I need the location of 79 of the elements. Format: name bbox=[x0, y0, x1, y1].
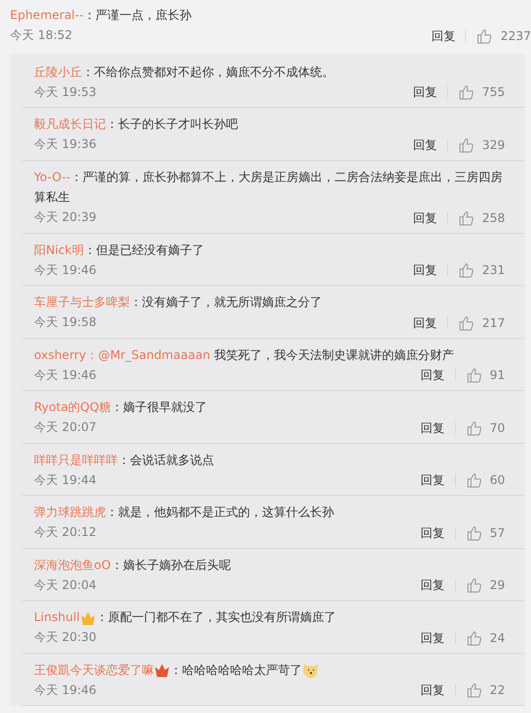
comment-text: 阳Nick明：但是已经没有嫡子了 bbox=[34, 242, 205, 258]
comment-text: 深海泡泡鱼oO：嫡长子嫡孙在后头呢 bbox=[34, 556, 232, 574]
username-link[interactable]: Linshull bbox=[34, 610, 80, 624]
comment-text: 弹力球跳跳虎：就是，他妈都不是正式的，这算什么长孙 bbox=[34, 504, 335, 521]
comment-text: 咩咩只是咩咩咩：会说话就多说点 bbox=[34, 452, 215, 468]
username-link[interactable]: Yo-O-- bbox=[34, 170, 70, 184]
timestamp: 今天 19:46 bbox=[34, 262, 98, 278]
like-count: 60 bbox=[490, 473, 505, 487]
thumbs-up-icon[interactable] bbox=[466, 524, 482, 540]
username-link[interactable]: oxsherry bbox=[34, 348, 86, 362]
comment-text: Ephemeral--：严谨一点，庶长孙 bbox=[10, 7, 193, 24]
reply-link[interactable]: 回复 bbox=[413, 264, 448, 276]
timestamp: 今天 19:46 bbox=[34, 682, 98, 698]
timestamp: 今天 20:12 bbox=[34, 524, 98, 541]
reply-link[interactable]: 回复 bbox=[431, 30, 466, 42]
comment-text: oxsherry：@Mr_Sandmaaaan 我笑死了，我今天法制史课就讲的嫡庶分财产 bbox=[34, 346, 456, 364]
thumbs-up-icon[interactable] bbox=[466, 420, 482, 436]
timestamp: 今天 20:30 bbox=[34, 629, 98, 646]
thumbs-up-icon[interactable] bbox=[458, 84, 474, 100]
username-link[interactable]: 车厘子与士多啤梨 bbox=[34, 295, 130, 309]
timestamp: 今天 19:58 bbox=[34, 314, 98, 331]
username-link[interactable]: 毅凡成长日记 bbox=[34, 117, 106, 131]
like-count: 258 bbox=[482, 210, 505, 224]
reply-link[interactable]: 回复 bbox=[413, 212, 448, 224]
like-count: 22 bbox=[490, 683, 505, 697]
timestamp: 今天 19:44 bbox=[34, 472, 98, 488]
timestamp: 今天 18:52 bbox=[10, 27, 74, 44]
like-count: 2237 bbox=[500, 28, 531, 42]
username-link[interactable]: 深海泡泡鱼oO bbox=[34, 558, 111, 572]
username-link[interactable]: Ephemeral-- bbox=[10, 8, 84, 22]
timestamp: 今天 19:36 bbox=[34, 136, 98, 153]
username-link[interactable]: Ryota的QQ糖 bbox=[34, 400, 112, 414]
comment-text: 丘陵小丘：不给你点赞都对不起你，嫡庶不分不成体统。 bbox=[34, 64, 335, 80]
thumbs-up-icon[interactable] bbox=[466, 367, 482, 383]
comment-text: Ryota的QQ糖：嫡子很早就没了 bbox=[34, 399, 208, 416]
thumbs-up-icon[interactable] bbox=[458, 210, 474, 226]
like-count: 24 bbox=[490, 630, 505, 644]
reply-link[interactable]: 回复 bbox=[420, 684, 456, 696]
like-count: 217 bbox=[482, 316, 505, 330]
comment-text: 毅凡成长日记：长子的长子才叫长孙吧 bbox=[34, 116, 239, 133]
reply-link[interactable]: 回复 bbox=[420, 526, 456, 538]
thumbs-up-icon[interactable] bbox=[466, 630, 482, 646]
comment-text: Yo-O--：严谨的算，庶长孙都算不上，大房是正房嫡出，二房合法纳妾是庶出，三房四房算私生 bbox=[34, 168, 504, 206]
timestamp: 今天 20:07 bbox=[34, 419, 98, 436]
timestamp: 今天 19:53 bbox=[34, 84, 98, 100]
thumbs-up-icon[interactable] bbox=[476, 28, 492, 44]
like-count: 57 bbox=[490, 526, 505, 540]
username-link[interactable]: 丘陵小丘 bbox=[34, 64, 82, 78]
reply-link[interactable]: 回复 bbox=[420, 369, 456, 381]
like-count: 755 bbox=[482, 85, 505, 99]
thumbs-up-icon[interactable] bbox=[466, 682, 482, 698]
reply-link[interactable]: 回复 bbox=[420, 422, 456, 434]
mention-link[interactable]: ：@Mr_Sandmaaaan bbox=[86, 348, 210, 362]
username-link[interactable]: 阳Nick明 bbox=[34, 242, 84, 256]
like-count: 91 bbox=[490, 368, 505, 382]
comment-text: Linshull ：原配一门都不在了，其实也没有所谓嫡庶了 bbox=[34, 608, 337, 628]
reply-link[interactable]: 回复 bbox=[420, 632, 456, 644]
reply-link[interactable]: 回复 bbox=[413, 138, 448, 150]
thumbs-up-icon[interactable] bbox=[466, 577, 482, 593]
comment-text: 车厘子与士多啤梨：没有嫡子了，就无所谓嫡庶之分了 bbox=[34, 294, 323, 311]
thumbs-up-icon[interactable] bbox=[458, 262, 474, 278]
reply-link[interactable]: 回复 bbox=[420, 579, 456, 591]
like-count: 70 bbox=[490, 420, 505, 434]
username-link[interactable]: 王俊凱今天谈恋爱了嘛 bbox=[34, 662, 154, 676]
timestamp: 今天 19:46 bbox=[34, 366, 98, 384]
reply-link[interactable]: 回复 bbox=[420, 474, 456, 486]
username-link[interactable]: 咩咩只是咩咩咩 bbox=[34, 452, 118, 466]
thumbs-up-icon[interactable] bbox=[458, 136, 474, 152]
username-link[interactable]: 弹力球跳跳虎 bbox=[34, 505, 106, 519]
timestamp: 今天 20:04 bbox=[34, 576, 98, 594]
reply-link[interactable]: 回复 bbox=[413, 86, 448, 98]
like-count: 29 bbox=[490, 578, 505, 592]
thumbs-up-icon[interactable] bbox=[458, 314, 474, 330]
thumbs-up-icon[interactable] bbox=[466, 472, 482, 488]
timestamp: 今天 20:39 bbox=[34, 209, 98, 226]
like-count: 329 bbox=[482, 138, 505, 152]
like-count: 231 bbox=[482, 263, 505, 277]
reply-link[interactable]: 回复 bbox=[413, 316, 448, 328]
comment-text: 王俊凱今天谈恋爱了嘛 ：哈哈哈哈哈哈太严苛了 bbox=[34, 660, 505, 680]
